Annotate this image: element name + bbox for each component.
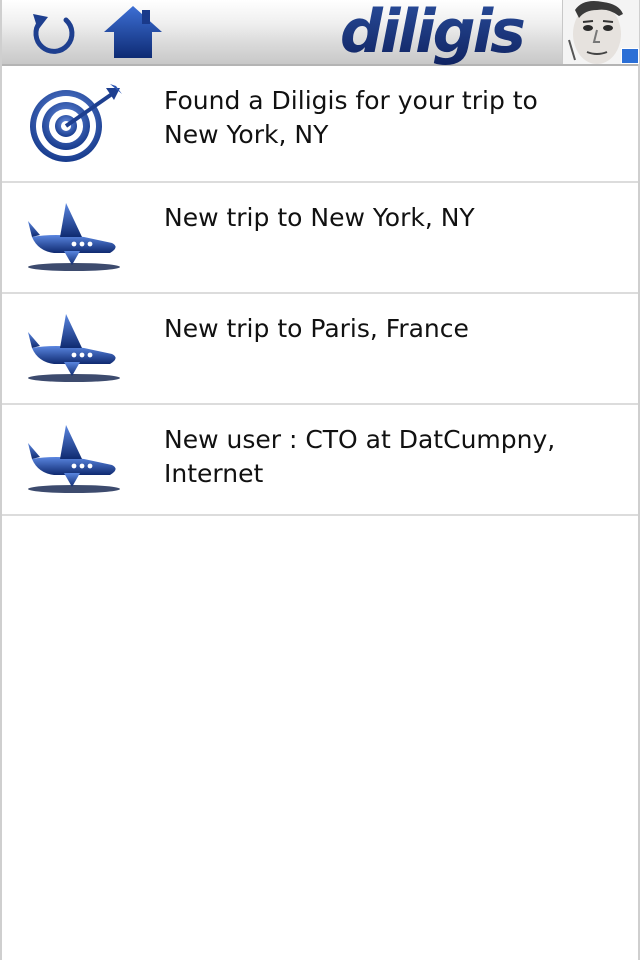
airplane-icon	[24, 419, 124, 503]
refresh-button[interactable]	[26, 8, 80, 58]
app-logo: diligis	[338, 0, 528, 70]
user-avatar[interactable]	[562, 0, 639, 64]
feed-item-found-diligis[interactable]: Found a Diligis for your trip to New Yor…	[2, 66, 638, 183]
target-icon	[24, 80, 124, 164]
app-screen: diligis Found a Diligis for your trip to…	[0, 0, 640, 960]
activity-feed: Found a Diligis for your trip to New Yor…	[2, 66, 638, 516]
top-bar: diligis	[2, 0, 639, 67]
feed-item-new-user[interactable]: New user : CTO at DatCumpny, Internet	[2, 405, 638, 516]
feed-item-text: New user : CTO at DatCumpny, Internet	[164, 425, 556, 488]
airplane-icon	[24, 308, 124, 392]
home-icon	[104, 6, 162, 58]
feed-item-text: Found a Diligis for your trip to New Yor…	[164, 86, 538, 149]
feed-item-text: New trip to Paris, France	[164, 314, 469, 343]
airplane-icon	[24, 197, 124, 281]
feed-item-trip-paris[interactable]: New trip to Paris, France	[2, 294, 638, 405]
diligis-logo: diligis	[340, 0, 527, 67]
feed-item-trip-new-york[interactable]: New trip to New York, NY	[2, 183, 638, 294]
feed-item-text: New trip to New York, NY	[164, 203, 475, 232]
home-button[interactable]	[102, 4, 164, 60]
avatar-badge	[621, 48, 639, 64]
refresh-icon	[33, 14, 75, 54]
logo-text: diligis	[340, 0, 524, 67]
